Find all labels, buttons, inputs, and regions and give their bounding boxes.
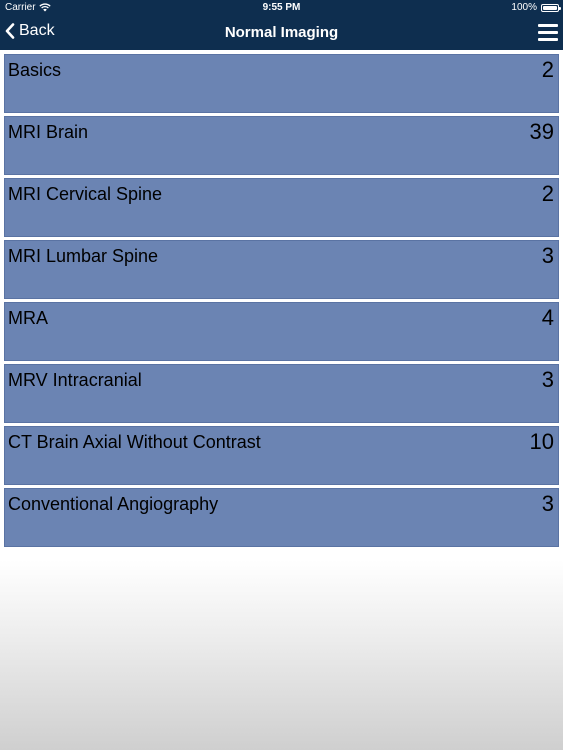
battery-indicator: 100% [511,2,561,13]
list-item-mrv-intracranial[interactable]: MRV Intracranial 3 [4,364,559,423]
list-item-count: 3 [541,243,554,268]
top-bar: Carrier 9:55 PM 100% Back Normal Imaging [0,0,563,50]
list-item-label: CT Brain Axial Without Contrast [8,432,261,452]
list-item-label: MRI Brain [8,122,89,142]
page-title: Normal Imaging [224,24,339,41]
menu-line [538,31,558,34]
battery-percent: 100% [511,2,537,13]
list-item-label: Conventional Angiography [8,494,219,514]
list-item-count: 3 [541,491,554,516]
list-item-basics[interactable]: Basics 2 [4,54,559,113]
battery-icon [541,3,561,12]
list-item-count: 3 [541,367,554,392]
list-item-count: 39 [529,119,554,144]
list-item-mri-brain[interactable]: MRI Brain 39 [4,116,559,175]
list-item-label: MRI Lumbar Spine [8,246,159,266]
menu-line [538,24,558,27]
category-list: Basics 2 MRI Brain 39 MRI Cervical Spine… [4,54,559,550]
status-bar: Carrier 9:55 PM 100% [0,0,563,16]
navigation-bar: Back Normal Imaging [0,16,563,50]
status-time: 9:55 PM [262,2,301,13]
battery-fill [543,5,557,10]
list-item-count: 2 [541,181,554,206]
list-item-count: 2 [541,57,554,82]
list-item-label: MRA [8,308,48,328]
list-item-mra[interactable]: MRA 4 [4,302,559,361]
list-item-label: Basics [8,60,62,80]
list-item-mri-lumbar-spine[interactable]: MRI Lumbar Spine 3 [4,240,559,299]
list-item-label: MRI Cervical Spine [8,184,163,204]
list-item-label: MRV Intracranial [8,370,142,390]
menu-line [538,38,558,41]
menu-button[interactable] [538,22,558,42]
list-item-conventional-angiography[interactable]: Conventional Angiography 3 [4,488,559,547]
list-item-mri-cervical-spine[interactable]: MRI Cervical Spine 2 [4,178,559,237]
list-item-count: 4 [541,305,554,330]
list-item-ct-brain-axial[interactable]: CT Brain Axial Without Contrast 10 [4,426,559,485]
list-item-count: 10 [529,429,554,454]
